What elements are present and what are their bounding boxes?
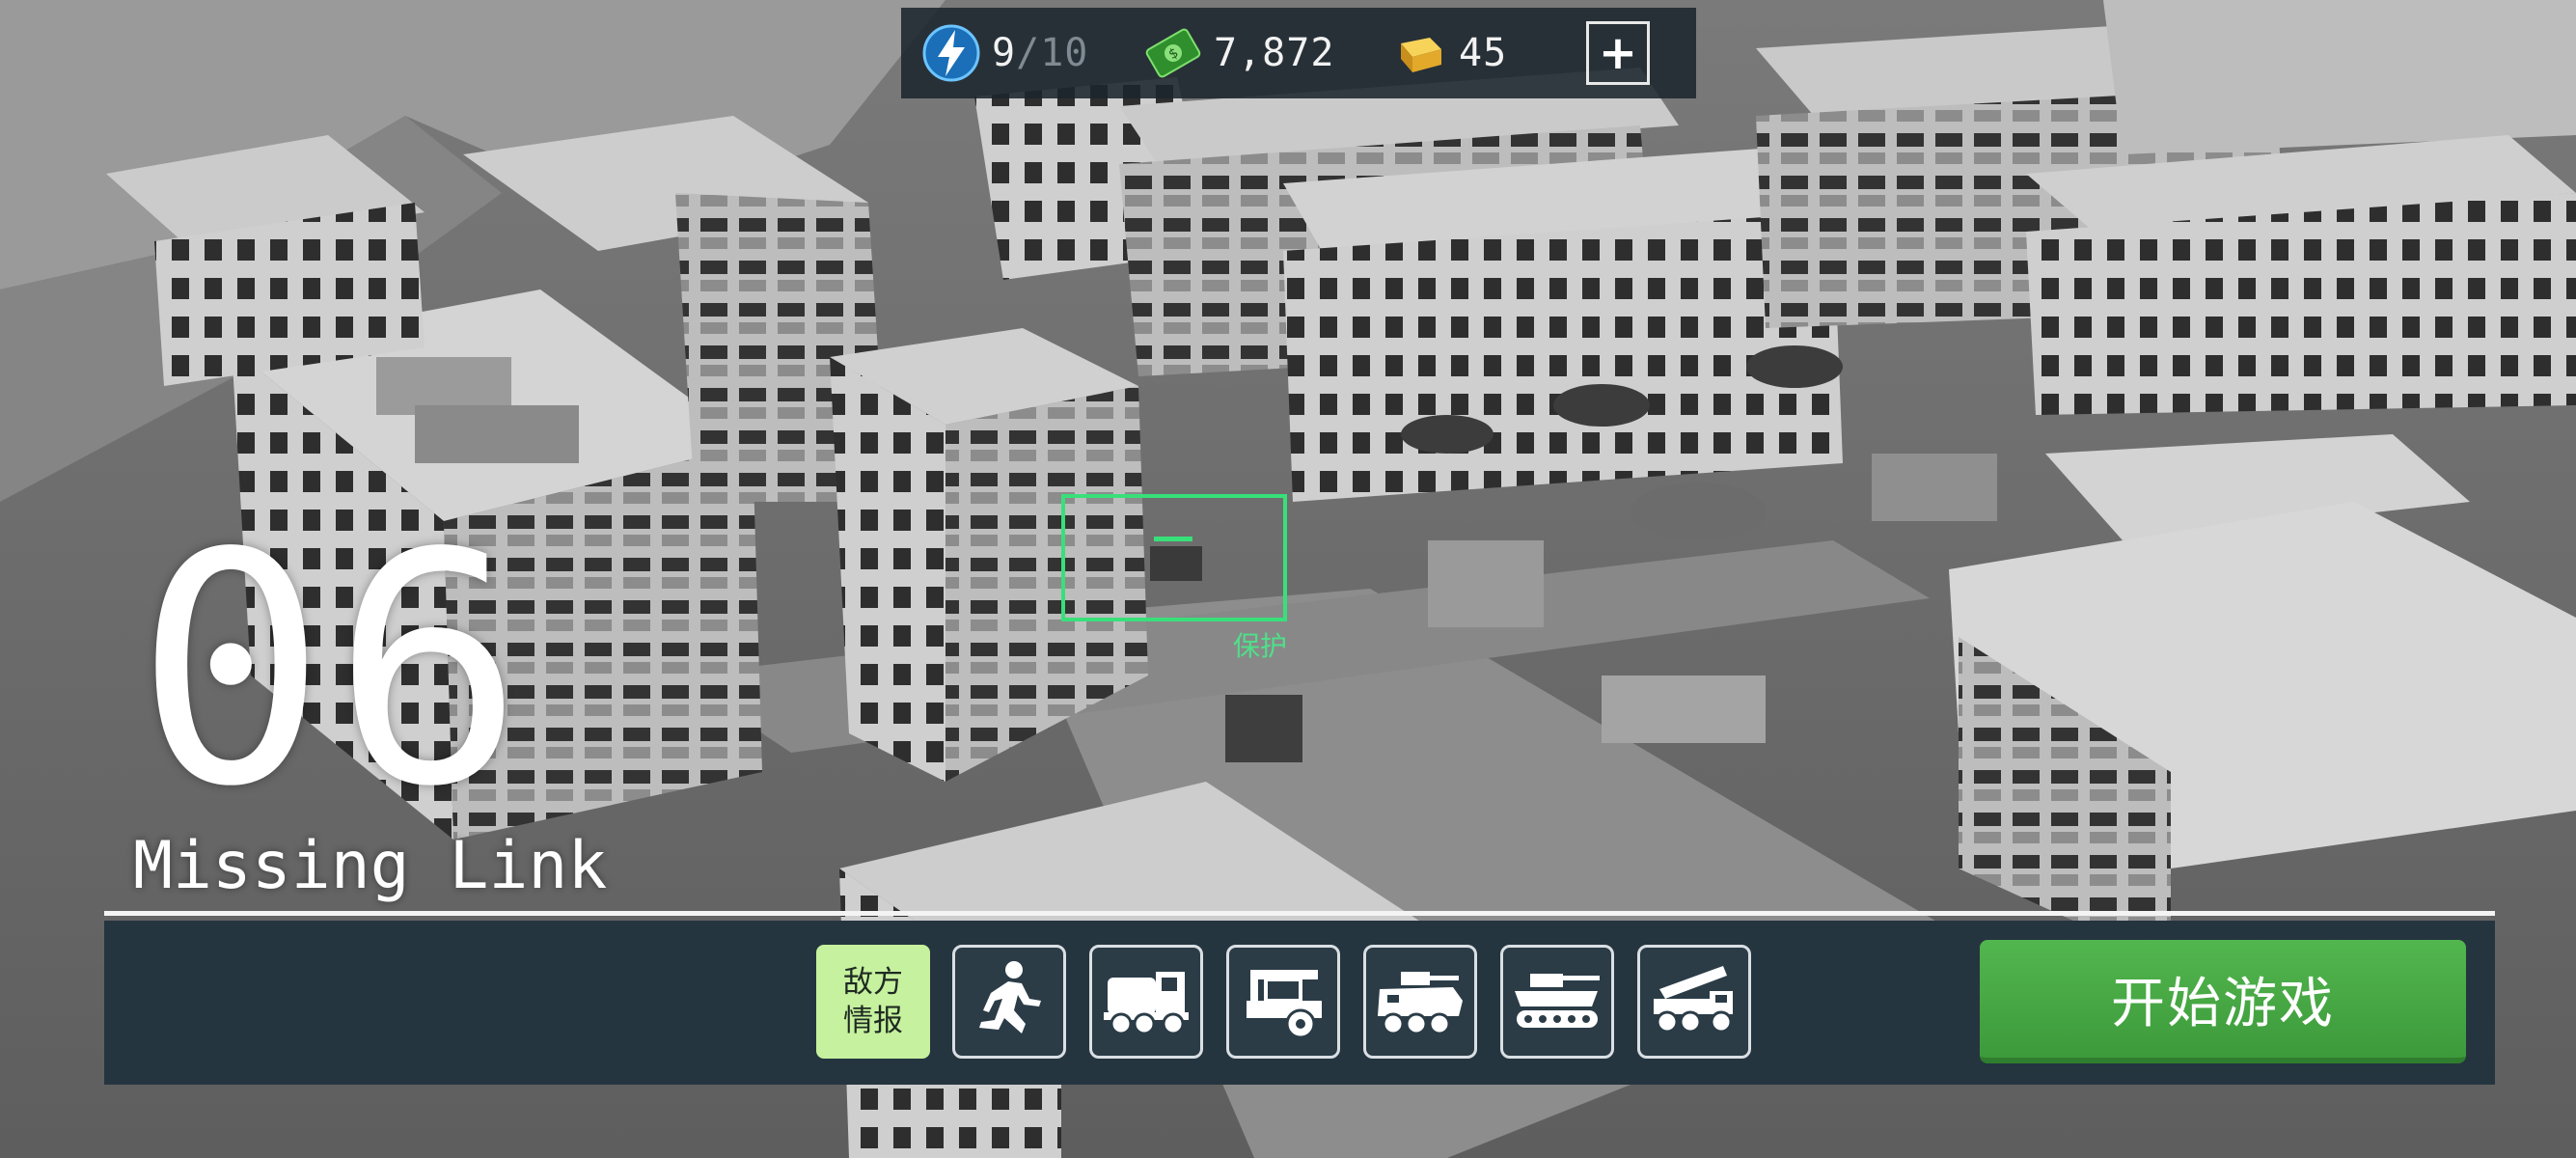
missile-launcher-icon [1646,956,1742,1047]
objective-health-bar [1154,537,1192,541]
cash-value: 7,872 [1214,31,1335,75]
unit-card-armored-car[interactable] [1226,945,1340,1059]
energy-separator: / [1016,31,1041,75]
armored-car-icon [1237,956,1329,1047]
start-game-button[interactable]: 开始游戏 [1980,940,2466,1063]
running-soldier-icon [966,956,1053,1047]
resource-bar: 9/10 $ 7,872 45 + [901,8,1696,98]
energy-counter: 9/10 [920,8,1123,98]
unit-card-missile-launcher[interactable] [1637,945,1751,1059]
gold-bar-icon [1387,22,1449,84]
lightning-icon [920,22,982,84]
unit-card-supply-truck[interactable] [1089,945,1203,1059]
enemy-intel-button[interactable]: 敌方 情报 [816,945,930,1059]
gold-value: 45 [1459,31,1508,75]
energy-max: 10 [1040,31,1089,75]
level-number: 06 [135,485,531,856]
truck-icon [1100,956,1192,1047]
tank-icon [1509,956,1605,1047]
energy-current: 9 [992,31,1017,75]
objective-label: 保护 [1233,630,1288,662]
gold-counter: 45 [1387,8,1559,98]
level-name: Missing Link [133,828,608,904]
unit-card-apc[interactable] [1363,945,1477,1059]
add-currency-button[interactable]: + [1586,21,1650,85]
cash-icon: $ [1142,22,1204,84]
unit-card-infantry[interactable] [952,945,1066,1059]
unit-card-tank[interactable] [1500,945,1614,1059]
objective-target-box [1061,494,1287,621]
cash-counter: $ 7,872 [1142,8,1370,98]
apc-icon [1372,956,1468,1047]
panel-divider [104,911,2495,916]
